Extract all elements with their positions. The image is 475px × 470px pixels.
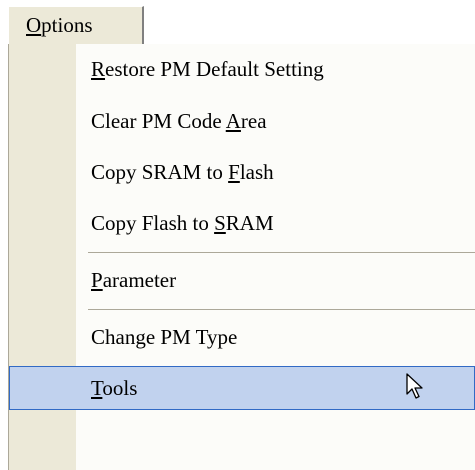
label-post: arameter	[102, 268, 177, 292]
menu-item-restore-pm-default-setting[interactable]: Restore PM Default Setting	[9, 47, 475, 91]
menu-separator	[88, 252, 475, 253]
options-dropdown-menu: Restore PM Default Setting Clear PM Code…	[8, 44, 475, 470]
label-mnemonic: A	[225, 109, 241, 133]
menu-item-parameter[interactable]: Parameter	[9, 258, 475, 302]
menu-item-label: Restore PM Default Setting	[91, 47, 324, 91]
label-pre: Copy SRAM to	[91, 160, 229, 184]
menu-item-label: Clear PM Code Area	[91, 99, 267, 143]
label-post: lash	[239, 160, 274, 184]
menu-item-label: Tools	[91, 367, 137, 409]
label-post: RAM	[225, 211, 274, 235]
label-post: rea	[240, 109, 267, 133]
options-menu-title[interactable]: Options	[8, 6, 144, 44]
menu-item-label: Copy Flash to SRAM	[91, 201, 274, 245]
label-mnemonic: F	[228, 160, 240, 184]
menu-item-label: Parameter	[91, 258, 176, 302]
label-pre: Copy Flash to	[91, 211, 215, 235]
label-mnemonic: S	[214, 211, 226, 235]
menu-item-copy-sram-to-flash[interactable]: Copy SRAM to Flash	[9, 150, 475, 194]
label-pre: Change PM Type	[91, 325, 238, 349]
label-pre: Clear PM Code	[91, 109, 226, 133]
menu-separator	[88, 309, 475, 310]
menu-item-clear-pm-code-area[interactable]: Clear PM Code Area	[9, 99, 475, 143]
menu-bar: Options	[0, 0, 475, 44]
menu-item-tools[interactable]: Tools	[9, 366, 475, 410]
menu-item-label: Change PM Type	[91, 315, 237, 359]
mouse-pointer-icon	[406, 373, 423, 399]
menu-item-label: Copy SRAM to Flash	[91, 150, 274, 194]
label-mnemonic: P	[91, 268, 103, 292]
options-menu-title-rest: ptions	[41, 13, 93, 37]
label-post: estore PM Default Setting	[105, 57, 324, 81]
options-menu-title-mnemonic: O	[26, 13, 42, 37]
label-mnemonic: T	[91, 376, 103, 400]
label-mnemonic: R	[91, 57, 106, 81]
menu-item-copy-flash-to-sram[interactable]: Copy Flash to SRAM	[9, 201, 475, 245]
menu-item-change-pm-type[interactable]: Change PM Type	[9, 315, 475, 359]
label-post: ools	[102, 376, 138, 400]
